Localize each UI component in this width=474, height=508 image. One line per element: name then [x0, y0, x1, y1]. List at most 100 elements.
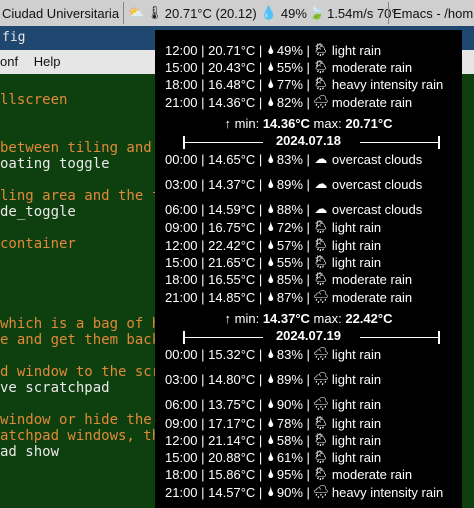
- separator: |: [302, 254, 310, 270]
- forecast-temp: 21.14°C: [208, 432, 256, 448]
- separator: |: [255, 432, 266, 448]
- separator: |: [197, 449, 209, 465]
- forecast-humidity: 85%: [276, 271, 303, 287]
- max-value: 20.71°C: [345, 116, 393, 131]
- weather-condition-icon: 🌦: [312, 42, 330, 58]
- forecast-humidity: 87%: [276, 289, 303, 305]
- min-label: min:: [234, 311, 263, 326]
- separator: |: [255, 271, 266, 287]
- forecast-humidity: 90%: [276, 396, 303, 412]
- forecast-temp: 20.71°C: [208, 42, 256, 58]
- forecast-condition: overcast clouds: [331, 201, 423, 217]
- separator: |: [255, 151, 266, 167]
- partly-cloudy-icon: ⛅: [128, 5, 145, 21]
- forecast-time: 21:00: [165, 484, 198, 500]
- droplet-icon: 🌢: [266, 415, 275, 431]
- separator: |: [255, 371, 266, 387]
- droplet-icon: 🌢: [266, 201, 275, 217]
- droplet-icon: 🌢: [266, 432, 275, 448]
- forecast-condition: light rain: [331, 371, 382, 387]
- separator: |: [302, 415, 310, 431]
- location-label: Ciudad Universitaria: [2, 5, 120, 21]
- separator: |: [197, 76, 209, 92]
- active-window-title[interactable]: Emacs - /hom: [384, 0, 473, 26]
- droplet-icon: 🌢: [266, 396, 275, 412]
- separator: |: [197, 271, 209, 287]
- separator: |: [302, 76, 310, 92]
- separator: |: [255, 346, 266, 362]
- droplet-icon: 🌢: [266, 176, 275, 192]
- separator: |: [197, 432, 209, 448]
- forecast-condition: moderate rain: [331, 466, 413, 482]
- day-min-max: ↑ min: 14.36°C max: 20.71°C: [155, 115, 462, 133]
- droplet-icon: 🌢: [266, 466, 275, 482]
- separator: |: [302, 371, 310, 387]
- separator: |: [197, 151, 209, 167]
- editor-line: ad show: [0, 444, 60, 460]
- forecast-time: 21:00: [165, 289, 198, 305]
- forecast-condition: heavy intensity rain: [331, 484, 444, 500]
- separator: |: [255, 219, 266, 235]
- forecast-row: 03:00 | 14.37°C | 🌢 89% | ☁ overcast clouds: [165, 175, 422, 193]
- forecast-row: 18:00 | 15.86°C | 🌢 95% | 🌦 moderate rain: [165, 465, 412, 483]
- weather-condition-icon: 🌧: [312, 94, 330, 110]
- droplet-icon: 🌢: [266, 42, 275, 58]
- droplet-icon: 🌢: [266, 254, 275, 270]
- weather-condition-icon: 🌧: [312, 289, 330, 305]
- separator: |: [302, 59, 310, 75]
- forecast-temp: 14.36°C: [208, 94, 256, 110]
- max-label: max:: [309, 311, 346, 326]
- separator: |: [255, 449, 266, 465]
- forecast-temp: 20.88°C: [208, 449, 256, 465]
- separator: |: [302, 484, 310, 500]
- emacs-title-label: Emacs - /hom: [393, 5, 474, 21]
- weather-condition-icon: 🌦: [312, 271, 330, 287]
- forecast-condition: light rain: [331, 415, 382, 431]
- droplet-icon: 🌢: [266, 271, 275, 287]
- forecast-condition: overcast clouds: [331, 176, 423, 192]
- separator: |: [302, 237, 310, 253]
- forecast-time: 00:00: [165, 151, 198, 167]
- forecast-condition: light rain: [331, 346, 382, 362]
- forecast-time: 09:00: [165, 415, 198, 431]
- menu-item-conf[interactable]: onf: [0, 54, 18, 69]
- divider: [360, 337, 440, 338]
- weather-condition-icon: ☁: [314, 201, 328, 217]
- forecast-humidity: 89%: [276, 371, 303, 387]
- forecast-humidity: 95%: [276, 466, 303, 482]
- forecast-row: 09:00 | 16.75°C | 🌢 72% | 🌦 light rain: [165, 218, 381, 236]
- forecast-time: 09:00: [165, 219, 198, 235]
- separator: |: [302, 271, 310, 287]
- separator: |: [197, 396, 209, 412]
- droplet-icon: 🌢: [266, 346, 275, 362]
- forecast-row: 18:00 | 16.48°C | 🌢 77% | 🌦 heavy intensity…: [165, 75, 443, 93]
- separator: |: [302, 42, 310, 58]
- forecast-row: 21:00 | 14.85°C | 🌢 87% | 🌧 moderate rain: [165, 288, 412, 306]
- forecast-row: 12:00 | 21.14°C | 🌢 58% | 🌦 light rain: [165, 431, 381, 449]
- wind-icon: 🍃: [308, 5, 326, 21]
- menu-item-help[interactable]: Help: [34, 54, 61, 69]
- separator: |: [197, 42, 209, 58]
- droplet-icon: 🌢: [266, 237, 275, 253]
- forecast-condition: light rain: [331, 219, 382, 235]
- forecast-condition: light rain: [331, 254, 382, 270]
- separator: |: [255, 289, 266, 305]
- separator: |: [197, 176, 209, 192]
- forecast-humidity: 72%: [276, 219, 303, 235]
- forecast-temp: 14.59°C: [208, 201, 256, 217]
- forecast-humidity: 88%: [276, 201, 303, 217]
- status-separator: [123, 2, 125, 24]
- separator: |: [197, 219, 209, 235]
- forecast-row: 21:00 | 14.36°C | 🌢 82% | 🌧 moderate rain: [165, 93, 412, 111]
- separator: |: [197, 484, 209, 500]
- editor-line: oating toggle: [0, 156, 110, 172]
- date-label: 2024.07.19: [275, 328, 342, 343]
- forecast-time: 15:00: [165, 59, 198, 75]
- separator: |: [255, 254, 266, 270]
- forecast-time: 15:00: [165, 449, 198, 465]
- separator: |: [255, 415, 266, 431]
- forecast-temp: 22.42°C: [208, 237, 256, 253]
- weather-status[interactable]: Ciudad Universitaria ⛅ 🌡 20.71°C (20.12)…: [0, 2, 397, 24]
- divider: [360, 142, 440, 143]
- droplet-icon: 🌢: [266, 59, 275, 75]
